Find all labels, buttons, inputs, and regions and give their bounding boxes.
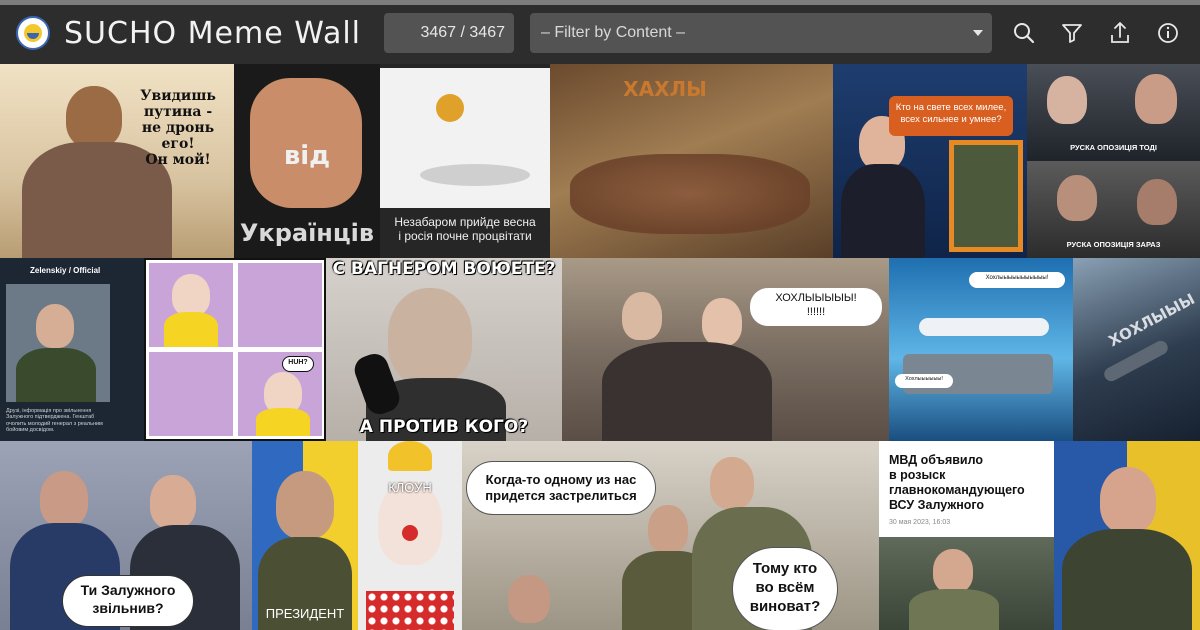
meme-figure [36,304,74,348]
meme-tile[interactable]: Ти Залужного звільнив? [0,441,252,630]
meme-caption: РУСКА ОПОЗИЦІЯ ЗАРАЗ [1066,240,1161,249]
meme-figure-body [16,348,96,402]
meme-figure [508,575,550,623]
meme-tile[interactable]: МВД объявило в розыск главнокомандующего… [879,441,1054,630]
meme-tile[interactable]: від Українців [234,64,380,258]
meme-caption: Незабаром прийде весна і росія почне про… [394,215,536,243]
filter-button[interactable] [1058,19,1086,47]
sketch-ground [420,164,530,186]
meme-tile[interactable]: РУСКА ОПОЗИЦІЯ ЗАРАЗ [1027,161,1200,258]
chevron-down-icon [973,30,983,36]
meme-caption: ПРЕЗИДЕНТ [265,606,345,621]
meme-tile[interactable]: HUH? [144,258,326,441]
meme-caption-bottom: А ПРОТИВ КОГО? [359,417,529,437]
meme-caption: РУСКА ОПОЗИЦІЯ ТОДІ [1070,143,1157,152]
meme-caption-top: від [283,141,331,171]
filter-icon [1062,24,1082,43]
meme-tile[interactable]: Когда-то одному из нас придется застрели… [462,441,879,630]
meme-grid: Увидишь путина - не дронь его! Он мой! в… [0,64,1200,630]
meme-figure-body [841,164,925,258]
comic-panel [149,352,233,436]
meme-figure-body [909,589,999,630]
meme-figure [388,288,472,384]
meme-figure [150,475,196,529]
meme-counter: 3467 / 3467 [384,13,514,53]
app-title-text: SUCHO Meme Wall [64,16,362,51]
meme-tile[interactable]: КЛОУН [358,441,462,630]
clown-bowtie [366,591,454,630]
speech-bubble: ХОХЛЫЫЫЫЫ! !!!!!! [750,288,882,326]
speech-bubble: Хохлыыыыыыыыыыы! [969,272,1065,288]
meme-figure [40,471,88,527]
meme-figure [622,292,662,340]
meme-figure-body [256,408,310,436]
meme-caption: КЛОУН [388,480,432,495]
info-icon [1158,23,1178,43]
meme-figure [66,86,122,148]
meme-tile[interactable]: ХОХЛЫЫЫЫЫ! !!!!!! [562,258,889,441]
meme-caption: Увидишь путина - не дронь его! Он мой! [140,88,216,169]
news-date: 30 мая 2023, 16:03 [889,519,951,526]
app-title: SUCHO Meme Wall [64,17,361,51]
meme-tile[interactable]: ХОХЛЫЫЫ [1073,258,1200,441]
meme-figure [1135,74,1177,124]
meme-figure-body [1062,529,1192,630]
app-header: SUCHO Meme Wall 3467 / 3467 – Filter by … [0,5,1200,64]
meme-figure [702,298,742,346]
meme-tile[interactable]: Увидишь путина - не дронь его! Он мой! [0,64,234,258]
meme-tile[interactable]: Незабаром прийде весна і росія почне про… [380,64,550,258]
meme-figure [1057,175,1097,221]
meme-figure-body [602,342,772,441]
meme-figure [648,505,688,553]
sketch-panel [380,68,550,208]
meme-figure [172,274,210,316]
content-filter-select[interactable]: – Filter by Content – [530,13,992,53]
meme-figure [1100,467,1156,533]
share-button[interactable] [1106,19,1134,47]
speech-bubble: Кто на свете всех милее, всех сильнее и … [889,96,1013,136]
meme-figure [1047,76,1087,124]
meme-tile[interactable]: РУСКА ОПОЗИЦІЯ ТОДІ [1027,64,1200,161]
meme-figure [276,471,334,539]
meme-figure [933,549,973,593]
meme-caption-bottom: Українців [239,219,375,247]
cave-painting-text: ХАХЛЫ [623,77,707,101]
info-button[interactable] [1154,19,1182,47]
speech-bubble: Ти Залужного звільнив? [62,575,194,627]
speech-bubble: Когда-то одному из нас придется застрели… [466,461,656,515]
plane-shape [919,318,1049,336]
comic-panel [238,263,322,347]
sucho-logo[interactable] [16,16,50,50]
share-icon [1111,22,1129,43]
meme-figure [710,457,754,509]
meme-tile[interactable]: ХАХЛЫ [550,64,833,258]
sunflower-sketch [436,94,464,122]
meme-caption: ХОХЛЫЫЫ [1105,289,1198,351]
search-icon [1014,23,1035,44]
meme-tile[interactable]: Хохлыыыыыыыыыыы! Хохлыыыыыы! [889,258,1073,441]
clown-nose [402,525,418,541]
meme-tile[interactable]: ПРЕЗИДЕНТ [252,441,358,630]
meme-figure-body [164,312,218,347]
meme-figure [1137,179,1177,225]
speech-bubble: Тому кто во всём виноват? [732,547,838,630]
meme-tile[interactable]: Zelenskiy / Official Друзі, інформація п… [0,258,144,441]
orange-frame [949,140,1023,252]
meme-tile[interactable]: С ВАГНЕРОМ ВОЮЕТЕ? А ПРОТИВ КОГО? [326,258,562,441]
telegram-post-text: Друзі, інформація про звільнення Залужно… [6,408,103,433]
filter-placeholder: – Filter by Content – [541,24,686,41]
meme-tile[interactable] [1054,441,1200,630]
cave-figures [570,154,810,234]
meme-caption-top: С ВАГНЕРОМ ВОЮЕТЕ? [332,259,556,279]
news-headline: МВД объявило в розыск главнокомандующего… [889,453,1025,512]
clown-hat [388,441,432,471]
speech-bubble: Хохлыыыыыы! [895,374,953,388]
telegram-channel-name: Zelenskiy / Official [30,266,101,275]
search-button[interactable] [1010,19,1038,47]
speech-bubble: HUH? [282,356,314,372]
meme-tile[interactable]: Кто на свете всех милее, всех сильнее и … [833,64,1027,258]
